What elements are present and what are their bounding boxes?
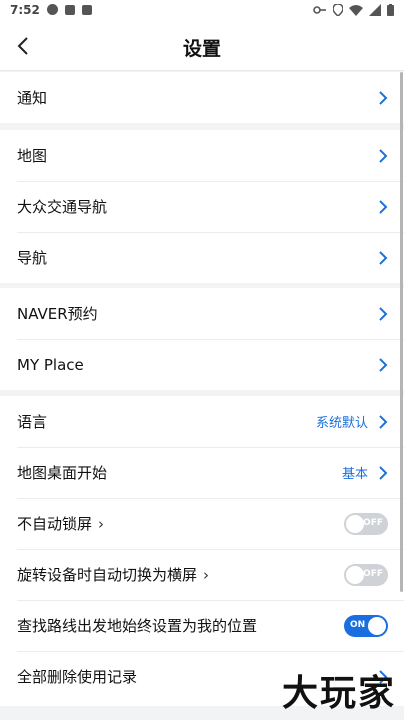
row-value: 系统默认 [315,416,368,431]
row-label: 通知 [17,89,48,107]
settings-row-navigation[interactable]: 导航 [0,232,404,283]
row-label: 地图 [17,147,48,165]
toggle-knob [368,616,386,635]
settings-row-no-auto-lock: 不自动锁屏 › OFF [0,498,404,549]
chevron-right-icon [379,148,388,163]
key-icon [313,6,326,14]
section-notifications: 通知 [0,72,404,123]
row-label: 语言 [17,413,48,431]
notification-icon [47,4,58,15]
toggle-state-label: OFF [363,568,383,579]
chevron-right-icon [379,357,388,372]
row-label: 大众交通导航 [17,198,108,216]
row-label-wrap: 不自动锁屏 › [17,513,344,534]
settings-row-notifications[interactable]: 通知 [0,72,404,123]
settings-row-transit-navigation[interactable]: 大众交通导航 [0,181,404,232]
location-icon [333,4,343,16]
app-icon [65,4,75,15]
info-chevron-icon[interactable]: › [98,515,104,533]
row-label: NAVER预约 [17,305,98,323]
chevron-right-icon [379,306,388,321]
row-label: 导航 [17,249,48,267]
start-location-toggle[interactable]: ON [344,614,388,637]
auto-rotate-toggle[interactable]: OFF [344,563,388,586]
row-label: 旋转设备时自动切换为横屏 [17,566,198,584]
settings-row-start-my-location: 查找路线出发地始终设置为我的位置 ON [0,600,404,651]
section-general: 语言 系统默认 地图桌面开始 基本 不自动锁屏 › OFF 旋转设备时自动切换为横… [0,396,404,706]
app-header: 设置 [0,22,404,71]
row-label: 不自动锁屏 [17,515,93,533]
settings-row-language[interactable]: 语言 系统默认 [0,396,404,447]
settings-row-map-home[interactable]: 地图桌面开始 基本 [0,447,404,498]
row-value: 基本 [341,467,368,482]
chevron-right-icon [379,414,388,429]
battery-icon [387,4,394,16]
watermark-logo: 大玩家 [281,673,396,714]
cat-icon [82,4,92,15]
row-label-wrap: 旋转设备时自动切换为横屏 › [17,564,344,585]
chevron-right-icon [379,199,388,214]
row-label: MY Place [17,355,84,374]
row-label: 查找路线出发地始终设置为我的位置 [17,617,258,635]
wifi-icon [349,4,363,16]
auto-lock-toggle[interactable]: OFF [344,512,388,535]
toggle-knob [346,565,364,584]
info-chevron-icon[interactable]: › [203,566,209,584]
row-label: 地图桌面开始 [17,464,108,482]
settings-row-naver-booking[interactable]: NAVER预约 [0,288,404,339]
settings-row-my-place[interactable]: MY Place [0,339,404,390]
section-booking: NAVER预约 MY Place [0,288,404,390]
toggle-knob [346,514,364,533]
page-title: 设置 [182,38,221,60]
section-map: 地图 大众交通导航 导航 [0,130,404,283]
scrollbar[interactable] [400,72,403,592]
chevron-right-icon [379,465,388,480]
status-bar: 7:52 [0,0,404,22]
chevron-right-icon [379,250,388,265]
settings-row-map[interactable]: 地图 [0,130,404,181]
chevron-right-icon [379,90,388,105]
toggle-state-label: OFF [363,517,383,528]
settings-row-auto-rotate: 旋转设备时自动切换为横屏 › OFF [0,549,404,600]
status-time: 7:52 [10,3,40,17]
signal-icon [369,4,381,16]
toggle-state-label: ON [350,619,366,630]
